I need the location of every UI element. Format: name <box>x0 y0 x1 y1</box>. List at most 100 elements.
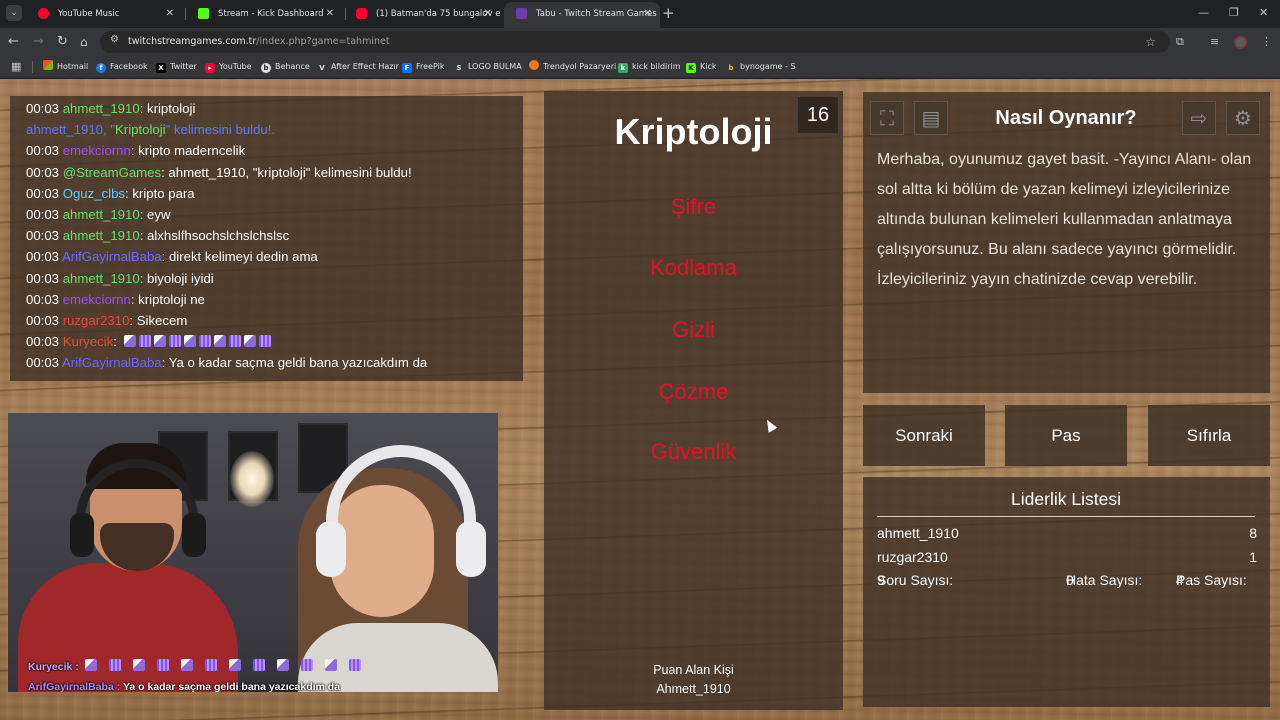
forward-icon[interactable]: → <box>33 32 44 52</box>
chat-time: 00:03 <box>26 291 60 307</box>
emote-icon <box>180 659 193 671</box>
tab-tabu-game[interactable]: Tabu - Twitch Stream Games ✕ <box>504 2 660 28</box>
chat-line: 00:03 ahmett_1910: biyoloji iyidi <box>26 268 523 289</box>
chat-message: : <box>113 334 117 350</box>
exit-icon[interactable]: ⇨ <box>1182 101 1216 135</box>
menu-icon[interactable]: ⋮ <box>1261 32 1272 52</box>
bookmark-youtube[interactable]: ▸ YouTube <box>205 56 252 78</box>
media-controls-icon[interactable]: ≡ <box>1210 32 1219 52</box>
chat-time: 00:03 <box>26 164 60 180</box>
youtube-icon: ▸ <box>205 63 215 73</box>
chat-line: 00:03 ArifGayirnalBaba: Ya o kadar saçma… <box>26 352 523 373</box>
tab-youtube-video[interactable]: (1) Batman'da 75 bungalov ev ... ✕ <box>344 2 500 28</box>
site-info-icon[interactable]: ⚙ <box>110 34 119 45</box>
emote-icon <box>183 335 196 348</box>
close-window-icon[interactable]: ✕ <box>1259 3 1268 23</box>
profile-avatar[interactable] <box>1234 36 1247 49</box>
forbidden-word: Gizli <box>672 317 715 342</box>
emote-icon <box>204 659 217 671</box>
extensions-icon[interactable]: ⧉ <box>1176 32 1184 52</box>
bookmark-separator <box>32 61 33 73</box>
overlay-user: Kuryecik : <box>28 661 79 673</box>
emote-icon <box>243 335 256 348</box>
bookmark-label: After Effect Hazır <box>331 62 399 71</box>
chat-time: 00:03 <box>26 270 60 286</box>
chat-message: : eyw <box>139 206 171 222</box>
tab-youtube-music[interactable]: YouTube Music ✕ <box>26 2 182 28</box>
bookmark-hotmail[interactable]: Hotmail <box>43 56 88 78</box>
stat-label: Pas Sayısı: <box>1176 572 1247 588</box>
new-tab-button[interactable]: + <box>662 3 675 23</box>
apps-grid-icon[interactable]: ▦ <box>11 60 21 73</box>
bookmark-label: FreePik <box>416 62 445 71</box>
scorer-label: Puan Alan Kişi <box>653 663 734 677</box>
bookmark-kick-bildirim[interactable]: k kick bildirim <box>618 56 681 78</box>
bookmark-logo-bulma[interactable]: S LOGO BULMA <box>454 56 522 78</box>
address-bar[interactable]: ⚙ twitchstreamgames.com.tr/index.php?gam… <box>100 31 1170 53</box>
lamp <box>230 451 274 507</box>
chat-message: : kripto maderncelik <box>130 143 246 159</box>
chat-line: 00:03 Kuryecik: <box>26 331 523 352</box>
chat-message: : ahmett_1910, "kriptoloji" kelimesini b… <box>161 164 412 180</box>
emote-icon <box>84 659 97 671</box>
restore-icon[interactable]: ❐ <box>1229 3 1239 23</box>
chat-time: 00:03 <box>26 185 60 201</box>
youtube-icon <box>356 8 367 19</box>
chat-user: ahmett_1910 <box>62 206 140 222</box>
chat-time: 00:03 <box>26 143 60 159</box>
bookmark-label: YouTube <box>219 62 252 71</box>
forbidden-word: Çözme <box>658 379 729 404</box>
bookmark-bynogame[interactable]: b bynogame - S <box>726 56 796 78</box>
bookmarks-bar: ▦ Hotmail f Facebook X Twitter ▸ YouTube bB… <box>0 56 1280 78</box>
close-icon[interactable]: ✕ <box>484 2 492 26</box>
rules-document-icon[interactable]: ▤ <box>914 101 948 135</box>
close-icon[interactable]: ✕ <box>644 2 652 26</box>
tab-strip: ⌄ YouTube Music ✕ Stream - Kick Dashboar… <box>0 0 1280 28</box>
tab-title: (1) Batman'da 75 bungalov ev ... <box>376 9 500 19</box>
bookmark-label: Twitter <box>170 62 197 71</box>
reload-icon[interactable]: ↻ <box>57 32 68 52</box>
close-icon[interactable]: ✕ <box>166 2 174 26</box>
bookmark-after-effect[interactable]: V After Effect Hazır <box>317 56 399 78</box>
chat-line: 00:03 ahmett_1910: kriptoloji <box>26 98 523 119</box>
chat-line: ahmett_1910, "Kriptoloji" kelimesini bul… <box>26 119 523 140</box>
leaderboard-title: Liderlik Listesi <box>877 489 1255 517</box>
chat-message: : direkt kelimeyi dedin ama <box>161 249 318 265</box>
how-to-play-text: Merhaba, oyunumuz gayet basit. -Yayıncı … <box>877 151 1252 288</box>
settings-gear-icon[interactable]: ⚙ <box>1226 101 1260 135</box>
close-icon[interactable]: ✕ <box>326 2 334 26</box>
bookmark-twitter[interactable]: X Twitter <box>156 56 197 78</box>
home-icon[interactable]: ⌂ <box>80 32 88 52</box>
bookmark-kick[interactable]: K Kick <box>686 56 717 78</box>
url-text[interactable]: twitchstreamgames.com.tr/index.php?game=… <box>128 31 390 53</box>
bookmark-freepik[interactable]: F FreePik <box>402 56 444 78</box>
pass-button[interactable]: Pas <box>1005 405 1127 466</box>
chat-line: 00:03 ruzgar2310: Sikecem <box>26 310 523 331</box>
overlay-message: Ya o kadar saçma geldi bana yazıcakdım d… <box>122 681 341 692</box>
emote-icon <box>258 335 271 348</box>
bookmark-facebook[interactable]: f Facebook <box>96 56 148 78</box>
bookmark-star-icon[interactable]: ☆ <box>1145 31 1156 53</box>
tab-search-button[interactable]: ⌄ <box>6 5 22 21</box>
kick-bildirim-icon: k <box>618 63 628 73</box>
emote-icon <box>213 335 226 348</box>
reset-button[interactable]: Sıfırla <box>1148 405 1270 466</box>
fullscreen-icon[interactable]: ⛶ <box>870 101 904 135</box>
bookmark-label: kick bildirim <box>632 62 681 71</box>
tab-kick-dashboard[interactable]: Stream - Kick Dashboard ✕ <box>186 2 342 28</box>
bookmark-trendyol[interactable]: Trendyol Pazaryeri <box>529 56 616 78</box>
bookmark-behance[interactable]: b Behance <box>261 56 310 78</box>
next-button[interactable]: Sonraki <box>863 405 985 466</box>
back-icon[interactable]: ← <box>8 32 19 52</box>
minimize-icon[interactable]: — <box>1198 3 1209 23</box>
chat-time: 00:03 <box>26 355 60 371</box>
forbidden-word: Kodlama <box>650 255 737 280</box>
player-score: 8 <box>1249 525 1257 541</box>
stat-label: Hata Sayısı: <box>1066 572 1143 588</box>
game-page: 00:03 ahmett_1910: kriptoloji ahmett_191… <box>0 79 1280 720</box>
emote-icon <box>168 335 181 348</box>
chat-time: 00:03 <box>26 101 60 116</box>
headphone-cup <box>182 513 206 557</box>
chat-line: 00:03 emekciornn: kriptoloji ne <box>26 289 523 310</box>
emote-icon <box>276 659 289 671</box>
